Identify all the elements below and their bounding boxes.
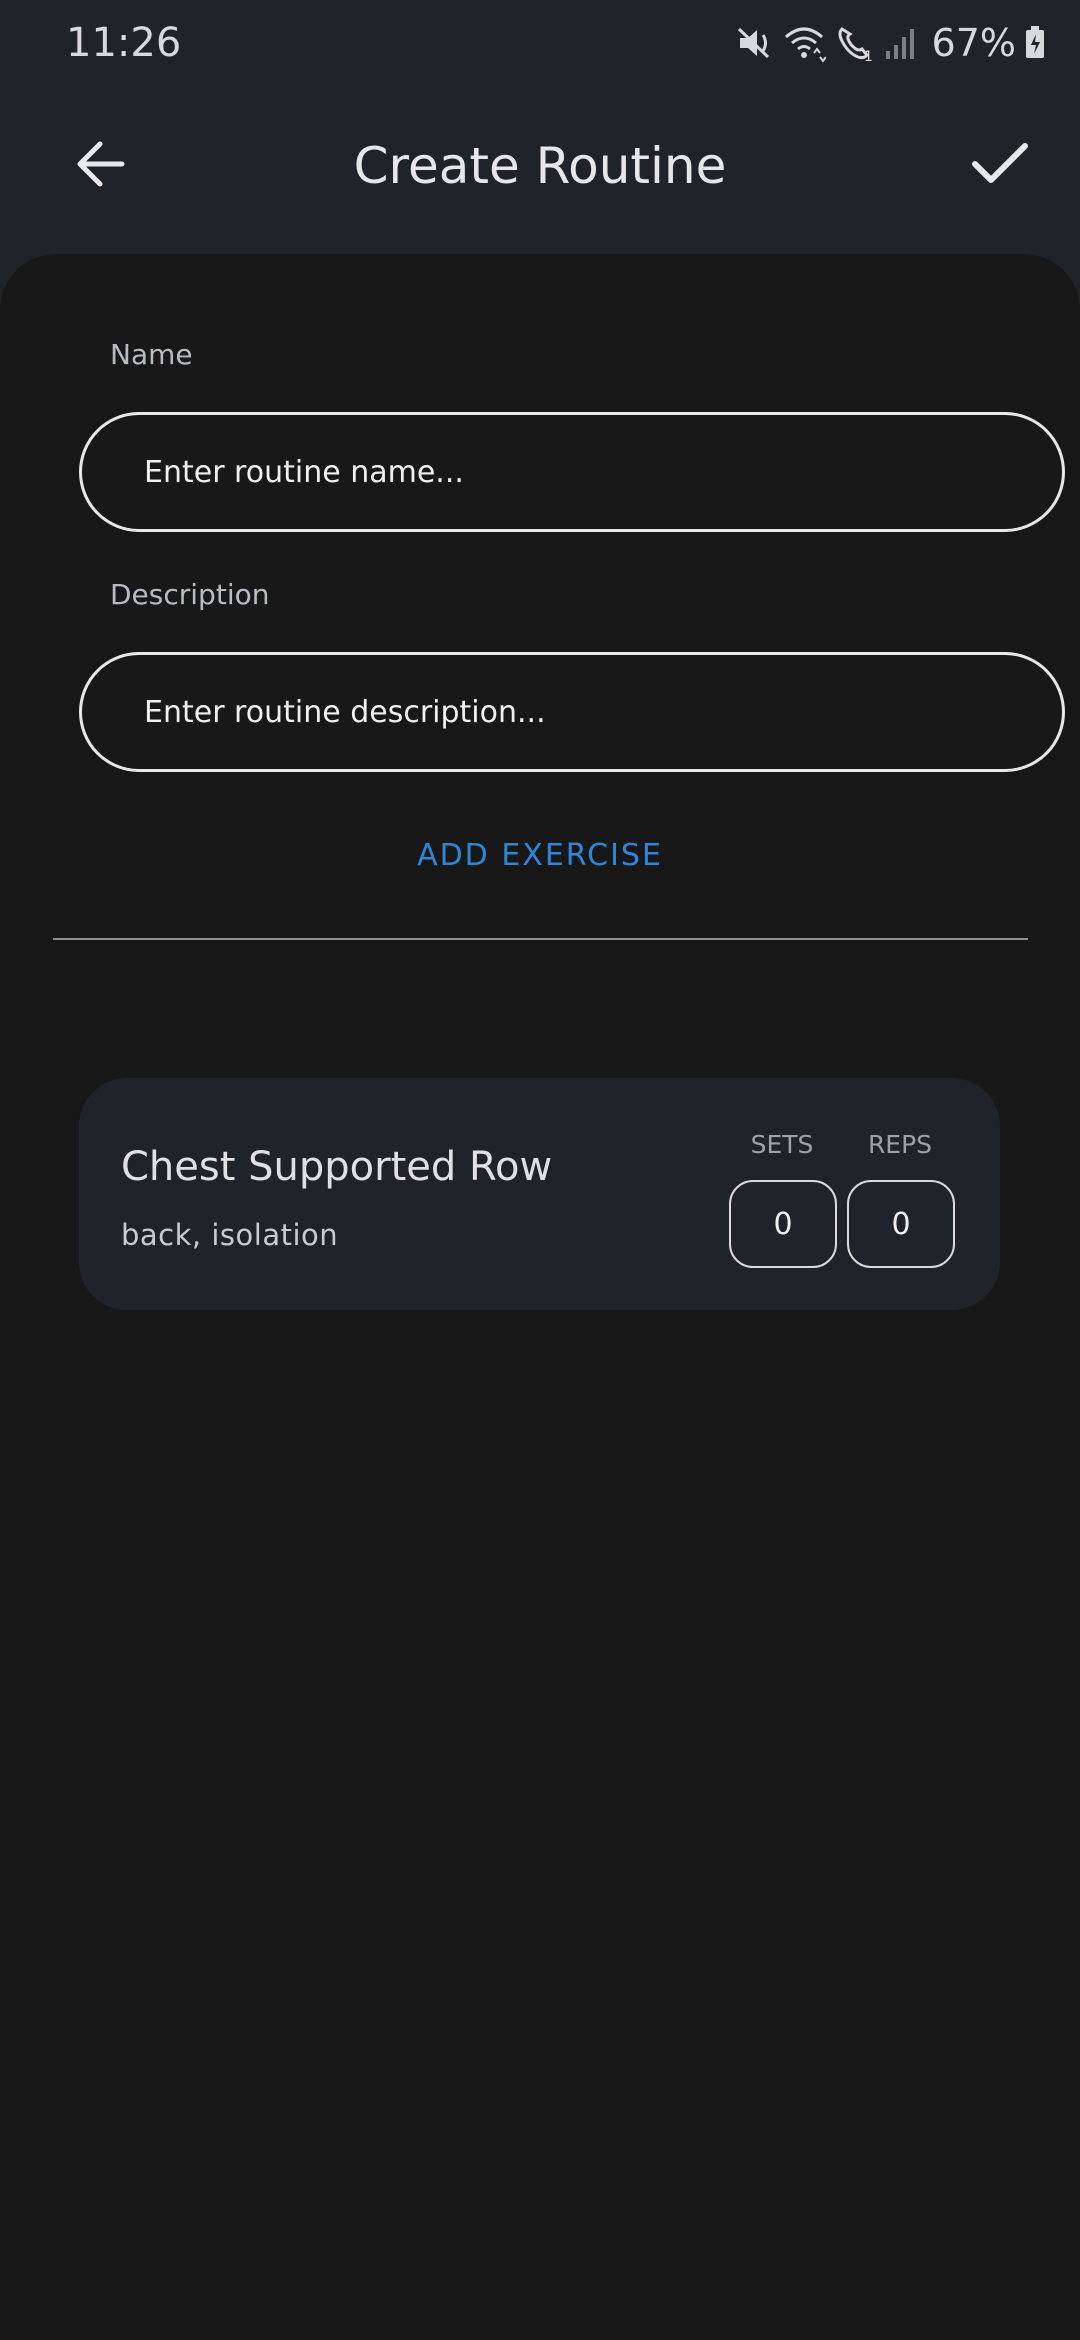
check-icon — [971, 142, 1029, 190]
add-exercise-button[interactable]: ADD EXERCISE — [0, 838, 1080, 873]
signal-icon — [882, 23, 918, 63]
reps-input[interactable]: 0 — [847, 1180, 955, 1268]
exercise-card[interactable]: Chest Supported Row back, isolation SETS… — [79, 1078, 1000, 1310]
svg-text:1: 1 — [864, 49, 873, 63]
wifi-icon — [782, 23, 826, 63]
routine-description-input[interactable] — [79, 652, 1065, 772]
reps-label: REPS — [867, 1130, 933, 1159]
exercise-name: Chest Supported Row — [121, 1144, 553, 1190]
description-label: Description — [110, 578, 270, 611]
routine-name-input[interactable] — [79, 412, 1065, 532]
status-icons: 1 67% — [734, 16, 1046, 70]
exercise-tags: back, isolation — [121, 1218, 339, 1252]
sets-label: SETS — [750, 1130, 814, 1159]
save-routine-button[interactable] — [960, 126, 1040, 206]
status-time: 11:26 — [66, 20, 182, 66]
page-title: Create Routine — [353, 137, 727, 195]
app-bar: Create Routine — [0, 86, 1080, 254]
call-icon: 1 — [834, 23, 874, 63]
name-label: Name — [110, 338, 193, 371]
divider — [53, 938, 1028, 940]
sets-input[interactable]: 0 — [729, 1180, 837, 1268]
battery-charging-icon — [1024, 23, 1046, 63]
content-sheet: Name Description ADD EXERCISE Chest Supp… — [0, 254, 1080, 2340]
battery-percentage: 67% — [931, 21, 1016, 65]
mute-icon — [734, 23, 774, 63]
status-bar: 11:26 1 67% — [0, 0, 1080, 86]
